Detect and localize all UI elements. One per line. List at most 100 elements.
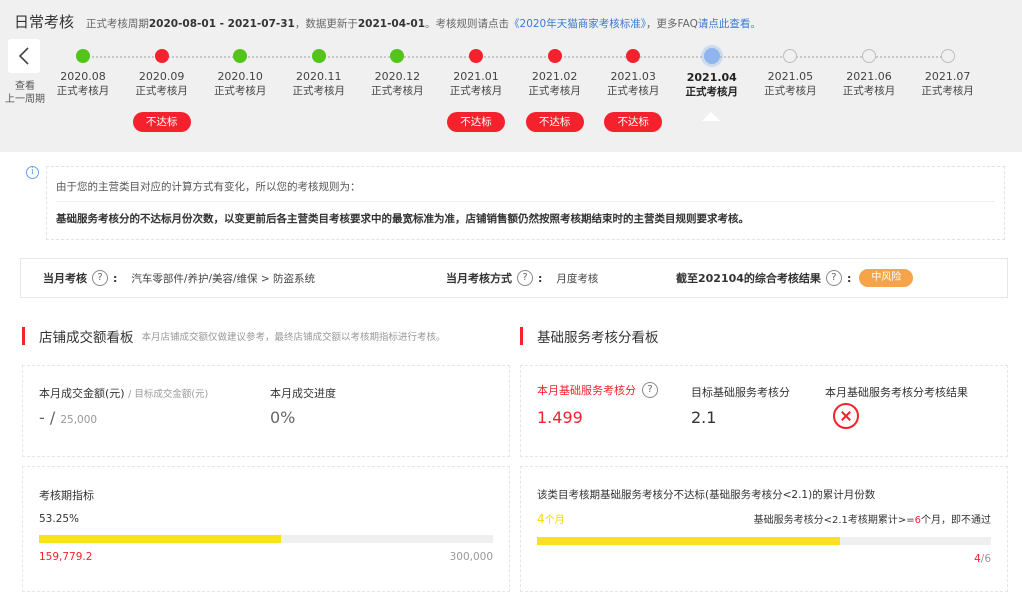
fail-months-card: 该类目考核期基础服务考核分不达标(基础服务考核分<2.1)的累计月份数 4个月 … bbox=[520, 466, 1008, 592]
result-label: 截至202104的综合考核结果 bbox=[676, 272, 821, 285]
prev-period-label[interactable]: 查看 上一周期 bbox=[4, 80, 46, 106]
timeline-month-2020.10[interactable]: 2020.10 正式考核月 bbox=[210, 48, 270, 98]
rule-notice: 由于您的主营类目对应的计算方式有变化，所以您的考核规则为： 基础服务考核分的不达… bbox=[46, 166, 1005, 240]
header-row: 日常考核 正式考核周期2020-08-01 - 2021-07-31，数据更新于… bbox=[14, 11, 761, 32]
timeline-month-2021.01[interactable]: 2021.01 正式考核月 bbox=[446, 48, 506, 98]
status-dot bbox=[547, 49, 562, 63]
help-icon[interactable]: ? bbox=[92, 270, 108, 286]
status-dot bbox=[154, 49, 169, 63]
status-dot bbox=[862, 49, 876, 63]
section-accent-bar bbox=[22, 327, 25, 345]
month-assess-item: 当月考核 ? : 汽车零部件/养护/美容/维保 > 防盗系统 bbox=[43, 270, 315, 286]
result-item: 截至202104的综合考核结果 ? : 中风险 bbox=[676, 259, 914, 297]
score-value: 1.499 bbox=[537, 408, 583, 427]
fail-badge: 不达标 bbox=[132, 112, 191, 132]
fail-rule-text: 基础服务考核分<2.1考核期累计>=6个月，即不通过 bbox=[753, 515, 991, 526]
faq-link[interactable]: 请点此查看。 bbox=[698, 18, 761, 30]
month-sub-label: 正式考核月 bbox=[292, 85, 346, 97]
method-item: 当月考核方式 ? : 月度考核 bbox=[446, 270, 599, 286]
period-progress-track bbox=[39, 535, 493, 543]
status-dot bbox=[311, 49, 326, 63]
category-value: 汽车零部件/养护/美容/维保 > 防盗系统 bbox=[131, 272, 315, 285]
notice-divider bbox=[56, 201, 995, 202]
chevron-left-icon bbox=[18, 47, 29, 65]
sales-board-title: 店铺成交额看板 bbox=[39, 330, 134, 346]
service-board-title: 基础服务考核分看板 bbox=[537, 330, 659, 346]
timeline-month-2020.09[interactable]: 2020.09 正式考核月 bbox=[132, 48, 192, 98]
sales-board-note: 本月店铺成交额仅做建议参考，最终店铺成交额以考核期指标进行考核。 bbox=[141, 332, 446, 343]
fail-months-desc: 该类目考核期基础服务考核分不达标(基础服务考核分<2.1)的累计月份数 bbox=[537, 489, 876, 501]
timeline-band: 日常考核 正式考核周期2020-08-01 - 2021-07-31，数据更新于… bbox=[0, 0, 1022, 152]
timeline-month-2020.11[interactable]: 2020.11 正式考核月 bbox=[289, 48, 349, 98]
method-label: 当月考核方式 bbox=[446, 272, 512, 285]
fail-badge: 不达标 bbox=[604, 112, 663, 132]
period-progress-fill bbox=[39, 535, 281, 543]
sales-board-header: 店铺成交额看板 本月店铺成交额仅做建议参考，最终店铺成交额以考核期指标进行考核。 bbox=[22, 327, 446, 346]
target-score-value: 2.1 bbox=[691, 408, 717, 427]
timeline-month-2021.02[interactable]: 2021.02 正式考核月 bbox=[525, 48, 585, 98]
monthly-sales-card: 本月成交金额(元) / 目标成交金额(元) - / 25,000 本月成交进度 … bbox=[22, 365, 510, 457]
month-sub-label: 正式考核月 bbox=[842, 85, 896, 97]
fail-progress-track bbox=[537, 537, 991, 545]
status-dot bbox=[703, 48, 720, 64]
section-accent-bar bbox=[520, 327, 523, 345]
help-icon[interactable]: ? bbox=[517, 270, 533, 286]
status-dot bbox=[233, 49, 248, 63]
month-sub-label: 正式考核月 bbox=[56, 85, 110, 97]
month-label: 2021.03 bbox=[610, 70, 656, 83]
status-dot bbox=[626, 49, 641, 63]
deal-amount-label: 本月成交金额(元) / 目标成交金额(元) bbox=[39, 387, 209, 400]
timeline-month-2021.07[interactable]: 2021.07 正式考核月 bbox=[918, 48, 978, 98]
month-sub-label: 正式考核月 bbox=[685, 86, 739, 98]
service-board-header: 基础服务考核分看板 bbox=[520, 327, 659, 346]
help-icon[interactable]: ? bbox=[825, 270, 842, 286]
fail-x-icon bbox=[833, 403, 859, 429]
timeline-month-2021.04[interactable]: 2021.04 正式考核月 bbox=[682, 48, 742, 99]
timeline-month-2020.12[interactable]: 2020.12 正式考核月 bbox=[367, 48, 427, 98]
status-dot bbox=[940, 49, 955, 63]
period-target-value: 300,000 bbox=[449, 551, 493, 563]
page-title: 日常考核 bbox=[14, 13, 75, 31]
current-month-pointer bbox=[702, 112, 720, 121]
fail-ratio: 4/6 bbox=[974, 553, 991, 565]
month-assess-label: 当月考核 bbox=[43, 272, 87, 285]
info-icon: i bbox=[26, 166, 39, 179]
header-desc-faq: ，更多FAQ bbox=[646, 18, 698, 30]
timeline-month-2021.05[interactable]: 2021.05 正式考核月 bbox=[760, 48, 820, 98]
help-icon[interactable]: ? bbox=[642, 382, 658, 398]
timeline-month-2021.06[interactable]: 2021.06 正式考核月 bbox=[839, 48, 899, 98]
progress-label: 本月成交进度 bbox=[270, 387, 336, 400]
period-current-value: 159,779.2 bbox=[39, 551, 93, 563]
header-period: 2020-08-01 - 2021-07-31 bbox=[148, 18, 295, 30]
notice-line-2: 基础服务考核分的不达标月份次数，以变更前后各主营类目考核要求中的最宽标准为准，店… bbox=[56, 213, 749, 225]
timeline-month-2021.03[interactable]: 2021.03 正式考核月 bbox=[603, 48, 663, 98]
month-sub-label: 正式考核月 bbox=[213, 85, 267, 97]
timeline-month-2020.08[interactable]: 2020.08 正式考核月 bbox=[53, 48, 113, 98]
header-desc-rule: 。考核规则请点击 bbox=[425, 18, 510, 30]
month-label: 2021.01 bbox=[453, 70, 499, 83]
period-target-card: 考核期指标 53.25% 159,779.2 300,000 bbox=[22, 466, 510, 592]
status-dot bbox=[390, 49, 405, 63]
month-sub-label: 正式考核月 bbox=[371, 85, 424, 97]
month-label: 2020.11 bbox=[296, 70, 342, 83]
status-dot bbox=[783, 49, 798, 63]
header-desc-prefix: 正式考核周期 bbox=[85, 18, 149, 30]
status-dot bbox=[76, 49, 90, 63]
month-sub-label: 正式考核月 bbox=[606, 85, 660, 97]
month-sub-label: 正式考核月 bbox=[528, 85, 581, 97]
service-score-card: 本月基础服务考核分 ? 1.499 目标基础服务考核分 2.1 本月基础服务考核… bbox=[520, 365, 1008, 457]
period-target-label: 考核期指标 bbox=[39, 489, 94, 502]
month-label: 2021.02 bbox=[531, 70, 578, 83]
month-label: 2021.05 bbox=[767, 70, 814, 83]
month-label: 2020.09 bbox=[138, 70, 185, 83]
rule-link[interactable]: 《2020年天猫商家考核标准》 bbox=[509, 18, 646, 30]
deal-amount-value: - / 25,000 bbox=[39, 408, 98, 427]
target-score-label: 目标基础服务考核分 bbox=[691, 386, 790, 399]
month-label: 2021.06 bbox=[846, 70, 892, 83]
month-sub-label: 正式考核月 bbox=[135, 85, 188, 97]
prev-period-button[interactable] bbox=[8, 39, 40, 73]
fail-months-value: 4个月 bbox=[537, 512, 565, 526]
month-label: 2021.07 bbox=[924, 70, 971, 83]
score-label: 本月基础服务考核分 ? bbox=[537, 382, 663, 398]
assessment-rule-bar: 当月考核 ? : 汽车零部件/养护/美容/维保 > 防盗系统 当月考核方式 ? … bbox=[20, 258, 1008, 298]
